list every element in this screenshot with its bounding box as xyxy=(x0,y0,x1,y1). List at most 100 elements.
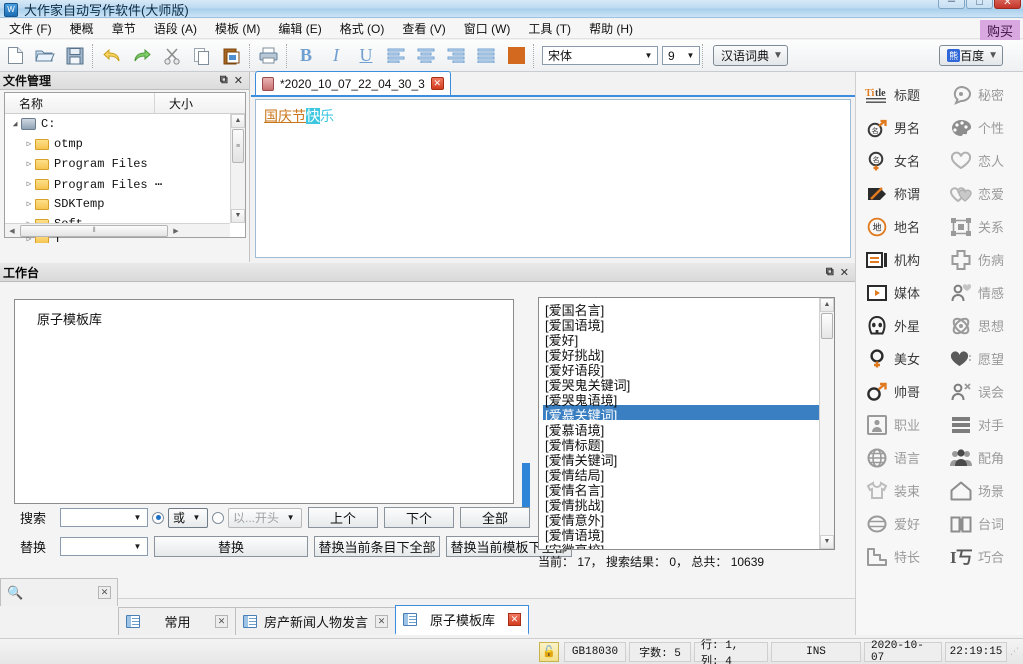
sidebar-item-emotion[interactable]: 情感 xyxy=(940,276,1023,309)
replace-input[interactable]: ▼ xyxy=(60,537,148,556)
list-item[interactable]: [爱好语段] xyxy=(543,360,819,375)
sidebar-item-personality[interactable]: 个性 xyxy=(940,111,1023,144)
search-icon[interactable]: 🔍 xyxy=(7,585,23,601)
tree-item-drive[interactable]: ◢ C: xyxy=(5,114,245,134)
bottom-tab-close-icon[interactable]: ✕ xyxy=(508,613,521,626)
sidebar-item-injury[interactable]: 伤病 xyxy=(940,243,1023,276)
chevron-collapsed-icon[interactable]: ▷ xyxy=(23,179,35,189)
vertical-splitter-handle[interactable] xyxy=(522,463,530,511)
list-item[interactable]: [爱慕语境] xyxy=(543,420,819,435)
open-folder-icon[interactable] xyxy=(30,42,60,70)
atom-template-list[interactable]: [爱国名言] [爱国语境] [爱好] [爱好挑战] [爱好语段] [爱哭鬼关键词… xyxy=(538,297,835,550)
list-item[interactable]: [爱情标题] xyxy=(543,435,819,450)
scroll-up-arrow-icon[interactable]: ▲ xyxy=(231,114,245,128)
menu-help[interactable]: 帮助 (H) xyxy=(580,19,642,38)
sidebar-item-occupation[interactable]: 职业 xyxy=(856,408,940,441)
search-mode-radio-startswith[interactable] xyxy=(212,512,224,524)
list-item[interactable]: [爱情意外] xyxy=(543,510,819,525)
scroll-thumb-horizontal[interactable]: ⦀ xyxy=(20,225,168,237)
sidebar-item-costume[interactable]: 装束 xyxy=(856,474,940,507)
document-text-area[interactable]: 国庆节快乐 xyxy=(255,99,851,258)
menu-format[interactable]: 格式 (O) xyxy=(331,19,394,38)
bottom-search-close-icon[interactable]: ✕ xyxy=(98,586,111,599)
search-mode-or-combo[interactable]: 或 ▼ xyxy=(168,508,208,528)
list-item[interactable]: [爱情挑战] xyxy=(543,495,819,510)
list-item[interactable]: [爱国名言] xyxy=(543,300,819,315)
list-item[interactable]: [爱好挑战] xyxy=(543,345,819,360)
bottom-tab-common[interactable]: 常用 ✕ xyxy=(118,607,236,635)
tree-item-folder[interactable]: ▷ otmp xyxy=(5,134,245,154)
replace-entry-all-button[interactable]: 替换当前条目下全部 xyxy=(314,536,440,557)
chevron-down-icon[interactable]: ▼ xyxy=(131,510,144,525)
scroll-down-arrow-icon[interactable]: ▼ xyxy=(820,535,834,549)
sidebar-item-alien[interactable]: 外星 xyxy=(856,309,940,342)
bottom-tab-close-icon[interactable]: ✕ xyxy=(375,615,388,628)
list-item[interactable]: [爱情语境] xyxy=(543,525,819,540)
copy-icon[interactable] xyxy=(187,42,217,70)
template-content-box[interactable]: 原子模板库 xyxy=(14,299,514,504)
restore-icon[interactable]: ⧉ xyxy=(220,74,228,87)
list-item[interactable]: [爱哭鬼关键词] xyxy=(543,375,819,390)
tree-item-folder[interactable]: ▷ Program Files xyxy=(5,154,245,174)
search-mode-startswith-combo[interactable]: 以...开头 ▼ xyxy=(228,508,302,528)
sidebar-item-place-name[interactable]: 地 地名 xyxy=(856,210,940,243)
sidebar-item-opponent[interactable]: 对手 xyxy=(940,408,1023,441)
chevron-collapsed-icon[interactable]: ▷ xyxy=(23,199,35,209)
sidebar-item-wish[interactable]: 愿望 xyxy=(940,342,1023,375)
menu-file[interactable]: 文件 (F) xyxy=(0,19,61,38)
column-header-name[interactable]: 名称 xyxy=(5,93,155,113)
sidebar-item-language[interactable]: 语言 xyxy=(856,441,940,474)
sidebar-item-relationship[interactable]: 关系 xyxy=(940,210,1023,243)
search-next-button[interactable]: 下个 xyxy=(384,507,454,528)
font-size-combo[interactable]: 9 ▼ xyxy=(662,46,700,65)
menu-template[interactable]: 模板 (M) xyxy=(206,19,269,38)
sidebar-item-specialty[interactable]: 特长 xyxy=(856,540,940,573)
sidebar-item-hobby[interactable]: 爱好 xyxy=(856,507,940,540)
print-icon[interactable] xyxy=(254,42,284,70)
bottom-tab-close-icon[interactable]: ✕ xyxy=(215,615,228,628)
sidebar-item-romance[interactable]: 恋爱 xyxy=(940,177,1023,210)
sidebar-item-organization[interactable]: 机构 xyxy=(856,243,940,276)
sidebar-item-male-name[interactable]: 名 男名 xyxy=(856,111,940,144)
bottom-tab-atom-template[interactable]: 原子模板库 ✕ xyxy=(395,605,529,635)
close-button[interactable]: ✕ xyxy=(994,0,1021,9)
scroll-up-arrow-icon[interactable]: ▲ xyxy=(820,298,834,312)
list-item[interactable]: [爱情名言] xyxy=(543,480,819,495)
chevron-down-icon[interactable]: ▼ xyxy=(131,539,144,554)
buy-button[interactable]: 购买 xyxy=(980,20,1020,41)
bottom-tab-realestate-news[interactable]: 房产新闻人物发言 ✕ xyxy=(235,607,396,635)
list-item[interactable]: [爱哭鬼语境] xyxy=(543,390,819,405)
sidebar-item-appellation[interactable]: 称谓 xyxy=(856,177,940,210)
scroll-thumb[interactable]: ≡ xyxy=(232,129,244,163)
search-mode-radio-or[interactable] xyxy=(152,512,164,524)
search-engine-combo[interactable]: 熊 百度 ▼ xyxy=(939,45,1003,66)
menu-segment[interactable]: 语段 (A) xyxy=(145,19,206,38)
resize-grip-icon[interactable]: ⋰ xyxy=(1010,646,1020,657)
underline-icon[interactable]: U xyxy=(351,42,381,70)
align-left-icon[interactable] xyxy=(381,42,411,70)
undo-icon[interactable] xyxy=(97,42,127,70)
search-prev-button[interactable]: 上个 xyxy=(308,507,378,528)
menu-view[interactable]: 查看 (V) xyxy=(393,19,454,38)
bottom-search-box[interactable]: 🔍 ✕ xyxy=(0,578,118,606)
tree-item-folder[interactable]: ▷ Program Files ⋯ xyxy=(5,174,245,194)
chevron-collapsed-icon[interactable]: ▷ xyxy=(23,139,35,149)
sidebar-item-misunderstanding[interactable]: 误会 xyxy=(940,375,1023,408)
column-header-size[interactable]: 大小 xyxy=(155,93,229,113)
dictionary-combo[interactable]: 汉语词典 ▼ xyxy=(713,45,788,66)
sidebar-item-supporting-role[interactable]: 配角 xyxy=(940,441,1023,474)
sidebar-item-title[interactable]: Title 标题 xyxy=(856,78,940,111)
cut-icon[interactable] xyxy=(157,42,187,70)
lock-icon[interactable]: 🔓 xyxy=(539,642,559,662)
font-name-combo[interactable]: 宋体 ▼ xyxy=(542,46,658,65)
scroll-right-arrow-icon[interactable]: ▶ xyxy=(169,227,183,235)
close-icon[interactable]: ✕ xyxy=(840,266,849,279)
list-item[interactable]: [爱情结局] xyxy=(543,465,819,480)
align-center-icon[interactable] xyxy=(411,42,441,70)
tree-item-folder[interactable]: ▷ SDKTemp xyxy=(5,194,245,214)
sidebar-item-lover[interactable]: 恋人 xyxy=(940,144,1023,177)
file-tree-horizontal-scrollbar[interactable]: ◀ ⦀ ▶ xyxy=(5,223,230,237)
sidebar-item-scene[interactable]: 场景 xyxy=(940,474,1023,507)
restore-icon[interactable]: ⧉ xyxy=(826,266,834,279)
search-all-button[interactable]: 全部 xyxy=(460,507,530,528)
